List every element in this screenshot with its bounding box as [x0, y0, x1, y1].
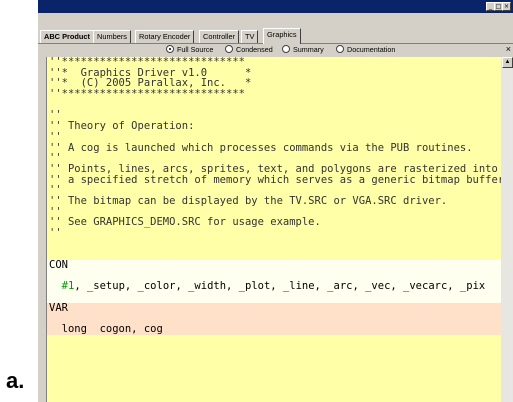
code-lines: ''***************************** ''* Graph… — [47, 57, 502, 335]
code-line: ''***************************** — [49, 57, 245, 68]
code-line: CON — [47, 260, 502, 271]
code-line: '' — [49, 228, 62, 239]
code-line: ''* (C) 2005 Parallax, Inc. * — [49, 78, 252, 90]
tab-numbers[interactable]: Numbers — [93, 30, 131, 43]
tab-strip: ABC Product Numbers Rotary Encoder Contr… — [38, 28, 513, 44]
close-tab-icon[interactable]: × — [506, 44, 511, 54]
tab-abc-product[interactable]: ABC Product — [40, 30, 94, 43]
code-line: '' — [49, 131, 62, 143]
code-line — [47, 292, 502, 303]
code-line: '' — [49, 185, 62, 196]
radio-empty-icon — [336, 45, 344, 53]
code-line: ''* Graphics Driver v1.0 * — [49, 67, 252, 79]
radio-label: Summary — [293, 45, 324, 54]
code-line: '' — [49, 206, 62, 218]
code-line: '' Points, lines, arcs, sprites, text, a… — [49, 163, 498, 175]
title-bar: _ □ × — [38, 0, 513, 13]
code-line: long cogon, cog — [47, 324, 502, 335]
code-line — [47, 270, 502, 282]
radio-documentation[interactable]: Documentation — [336, 45, 395, 55]
code-line: '' a specified stretch of memory which s… — [49, 174, 502, 186]
close-window-icon[interactable]: × — [502, 2, 511, 11]
code-line: '' The bitmap can be displayed by the TV… — [49, 195, 448, 207]
tab-controller[interactable]: Controller — [199, 30, 240, 43]
figure-label: a. — [6, 368, 25, 393]
radio-label: Documentation — [347, 45, 396, 54]
tab-rotary-encoder[interactable]: Rotary Encoder — [135, 30, 195, 43]
view-options: Full Source Condensed Summary Documentat… — [38, 44, 513, 56]
code-line: '' Theory of Operation: — [49, 121, 195, 132]
radio-empty-icon — [282, 45, 290, 53]
code-line: '' A cog is launched which processes com… — [49, 142, 473, 154]
tab-graphics[interactable]: Graphics — [263, 28, 301, 44]
tab-tv[interactable]: TV — [241, 30, 259, 43]
code-editor[interactable]: ''***************************** ''* Graph… — [46, 57, 502, 402]
code-line: '' — [49, 110, 62, 122]
scroll-up-icon[interactable]: ▲ — [502, 57, 513, 68]
radio-label: Full Source — [177, 45, 214, 54]
code-line: VAR — [47, 302, 502, 314]
radio-label: Condensed — [236, 45, 273, 54]
code-line: ''***************************** — [49, 89, 245, 100]
radio-empty-icon — [225, 45, 233, 53]
radio-summary[interactable]: Summary — [282, 45, 324, 55]
application-window: _ □ × ABC Product Numbers Rotary Encoder… — [38, 0, 513, 402]
code-line: #1, _setup, _color, _width, _plot, _line… — [47, 281, 502, 293]
code-line — [47, 313, 502, 325]
radio-selected-icon — [166, 45, 174, 53]
radio-full-source[interactable]: Full Source — [166, 45, 213, 55]
code-line: '' See GRAPHICS_DEMO.SRC for usage examp… — [49, 217, 321, 228]
vertical-scrollbar[interactable]: ▲ — [501, 57, 513, 402]
radio-condensed[interactable]: Condensed — [225, 45, 273, 55]
code-line: '' — [49, 153, 62, 164]
